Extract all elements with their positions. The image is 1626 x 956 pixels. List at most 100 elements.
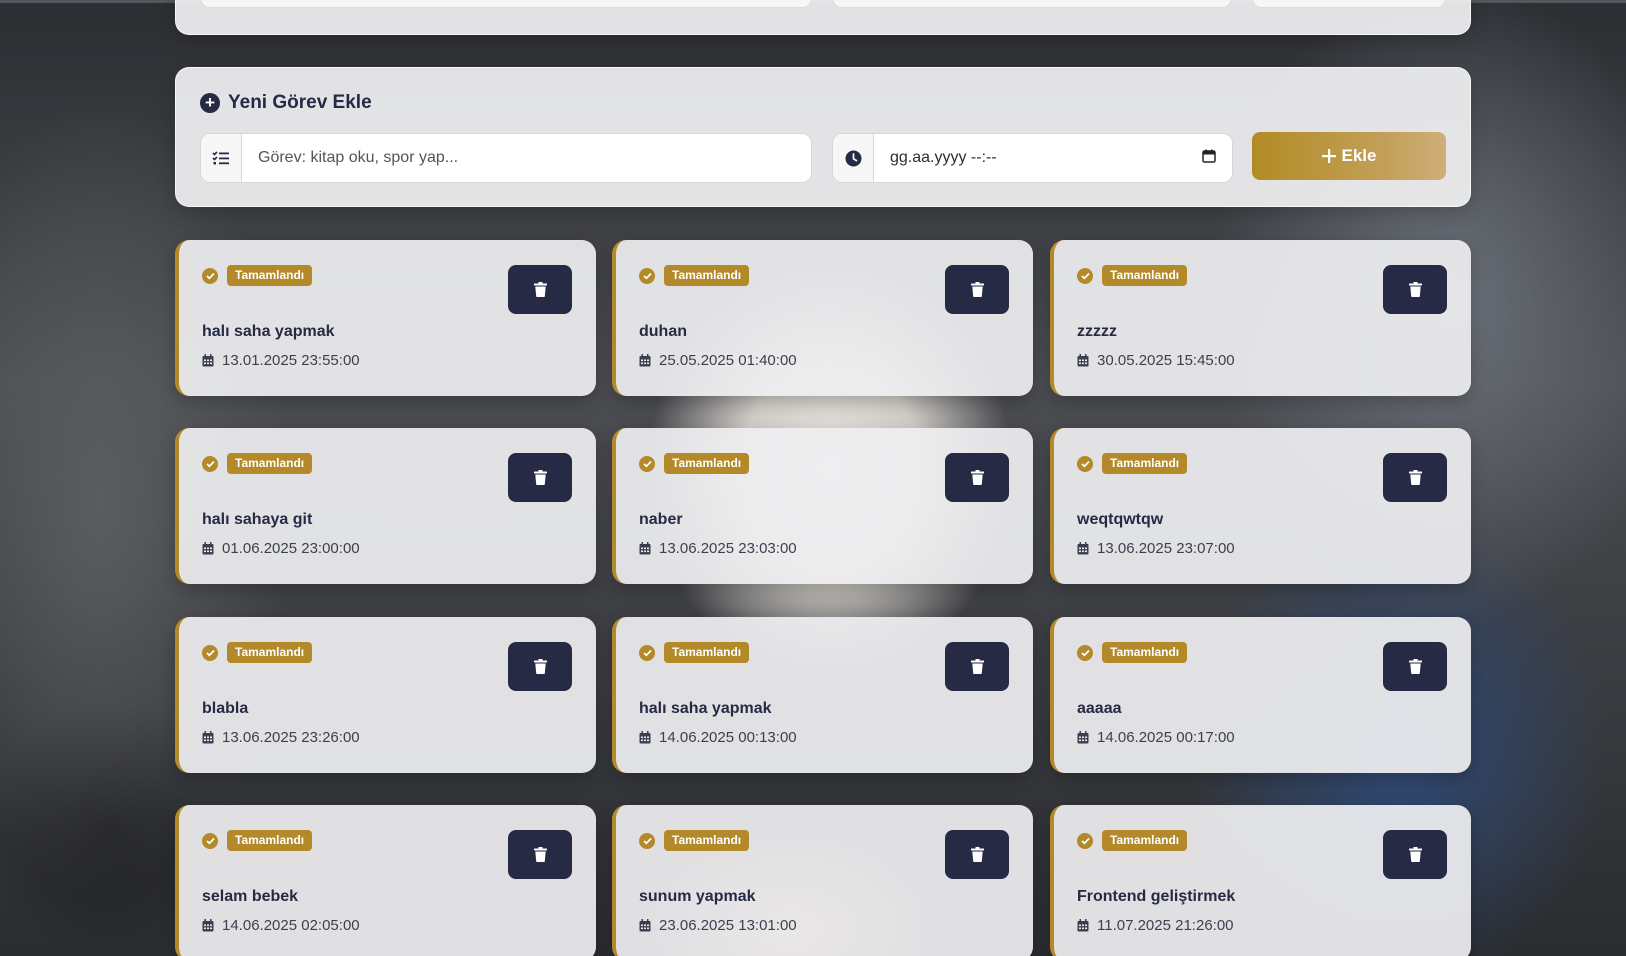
delete-task-button[interactable]	[1383, 453, 1447, 502]
status-badge: Tamamlandı	[1102, 642, 1188, 663]
calendar-icon[interactable]	[1202, 149, 1216, 168]
task-card: Tamamlandı weqtqwtqw 13.06.2025 23:07:00	[1050, 428, 1471, 584]
trash-icon	[970, 470, 984, 485]
delete-task-button[interactable]	[508, 642, 572, 691]
delete-task-button[interactable]	[508, 453, 572, 502]
trash-icon	[970, 659, 984, 674]
check-circle-icon	[202, 267, 218, 284]
status-row: Tamamlandı	[639, 830, 750, 851]
task-card: Tamamlandı zzzzz 30.05.2025 15:45:00	[1050, 240, 1471, 396]
task-date: 25.05.2025 01:40:00	[659, 352, 797, 369]
task-date: 14.06.2025 00:17:00	[1097, 729, 1235, 746]
datetime-input[interactable]: gg.aa.yyyy --:--	[874, 134, 1232, 182]
status-row: Tamamlandı	[202, 265, 313, 286]
task-date: 11.07.2025 21:26:00	[1097, 917, 1234, 934]
prev-input-2	[832, 0, 1232, 8]
task-card: Tamamlandı aaaaa 14.06.2025 00:17:00	[1050, 617, 1471, 773]
task-date: 13.06.2025 23:26:00	[222, 729, 360, 746]
task-date-row: 13.06.2025 23:07:00	[1077, 540, 1235, 557]
delete-task-button[interactable]	[945, 453, 1009, 502]
check-circle-icon	[639, 832, 655, 849]
task-title: sunum yapmak	[639, 888, 756, 905]
delete-task-button[interactable]	[1383, 830, 1447, 879]
task-date: 13.01.2025 23:55:00	[222, 352, 360, 369]
delete-task-button[interactable]	[1383, 642, 1447, 691]
task-card: Tamamlandı blabla 13.06.2025 23:26:00	[175, 617, 596, 773]
status-badge: Tamamlandı	[664, 265, 750, 286]
task-date-row: 13.01.2025 23:55:00	[202, 352, 360, 369]
calendar-icon	[202, 919, 214, 932]
calendar-icon	[639, 731, 651, 744]
list-check-icon	[201, 134, 242, 182]
check-circle-icon	[1077, 832, 1093, 849]
status-badge: Tamamlandı	[227, 830, 313, 851]
task-date: 13.06.2025 23:07:00	[1097, 540, 1235, 557]
task-title: naber	[639, 511, 683, 528]
task-date-row: 30.05.2025 15:45:00	[1077, 352, 1235, 369]
status-row: Tamamlandı	[202, 642, 313, 663]
task-card: Tamamlandı halı saha yapmak	[612, 617, 1033, 773]
task-date-row: 11.07.2025 21:26:00	[1077, 917, 1234, 934]
task-title: halı saha yapmak	[202, 323, 335, 340]
status-row: Tamamlandı	[639, 453, 750, 474]
prev-input-3	[1252, 0, 1446, 8]
status-row: Tamamlandı	[1077, 265, 1188, 286]
task-title: selam bebek	[202, 888, 299, 905]
calendar-icon	[202, 354, 214, 367]
delete-task-button[interactable]	[508, 265, 572, 314]
task-title: Frontend geliştirmek	[1077, 888, 1236, 905]
task-title: halı saha yapmak	[639, 700, 772, 717]
check-circle-icon	[1077, 644, 1093, 661]
task-date-row: 25.05.2025 01:40:00	[639, 352, 797, 369]
plus-icon	[1321, 149, 1336, 163]
calendar-icon	[1077, 542, 1089, 555]
delete-task-button[interactable]	[945, 265, 1009, 314]
trash-icon	[1408, 470, 1422, 485]
trash-icon	[533, 659, 547, 674]
trash-icon	[533, 282, 547, 297]
task-card: Tamamlandı sunum yapmak 23.06.2025 13:01…	[612, 805, 1033, 956]
task-title: blabla	[202, 700, 249, 717]
status-badge: Tamamlandı	[1102, 830, 1188, 851]
delete-task-button[interactable]	[945, 642, 1009, 691]
add-task-heading: + Yeni Görev Ekle	[200, 92, 372, 114]
check-circle-icon	[202, 832, 218, 849]
task-input[interactable]	[242, 134, 811, 182]
trash-icon	[533, 470, 547, 485]
calendar-icon	[639, 354, 651, 367]
check-circle-icon	[639, 455, 655, 472]
task-date: 30.05.2025 15:45:00	[1097, 352, 1235, 369]
status-row: Tamamlandı	[202, 830, 313, 851]
task-card: Tamamlandı Frontend geliştirmek 11.07.20…	[1050, 805, 1471, 956]
status-row: Tamamlandı	[202, 453, 313, 474]
status-row: Tamamlandı	[1077, 642, 1188, 663]
calendar-icon	[639, 919, 651, 932]
check-circle-icon	[639, 644, 655, 661]
task-date-row: 01.06.2025 23:00:00	[202, 540, 360, 557]
task-title: halı sahaya git	[202, 511, 313, 528]
delete-task-button[interactable]	[1383, 265, 1447, 314]
task-title: zzzzz	[1077, 323, 1117, 340]
add-task-title: Yeni Görev Ekle	[228, 92, 372, 113]
task-date: 14.06.2025 02:05:00	[222, 917, 360, 934]
add-task-button[interactable]: Ekle	[1252, 132, 1446, 180]
task-card: Tamamlandı halı sahaya git 01.06.2025 23…	[175, 428, 596, 584]
plus-circle-icon: +	[200, 93, 220, 113]
status-badge: Tamamlandı	[1102, 453, 1188, 474]
trash-icon	[1408, 282, 1422, 297]
add-button-label: Ekle	[1341, 146, 1377, 165]
delete-task-button[interactable]	[945, 830, 1009, 879]
calendar-icon	[1077, 354, 1089, 367]
task-date-row: 13.06.2025 23:03:00	[639, 540, 797, 557]
calendar-icon	[202, 542, 214, 555]
trash-icon	[970, 847, 984, 862]
check-circle-icon	[1077, 267, 1093, 284]
status-badge: Tamamlandı	[227, 642, 313, 663]
task-card: Tamamlandı selam bebek 14.06.2025 02:05:…	[175, 805, 596, 956]
status-badge: Tamamlandı	[664, 830, 750, 851]
check-circle-icon	[202, 644, 218, 661]
delete-task-button[interactable]	[508, 830, 572, 879]
calendar-icon	[639, 542, 651, 555]
status-row: Tamamlandı	[1077, 453, 1188, 474]
status-badge: Tamamlandı	[664, 642, 750, 663]
